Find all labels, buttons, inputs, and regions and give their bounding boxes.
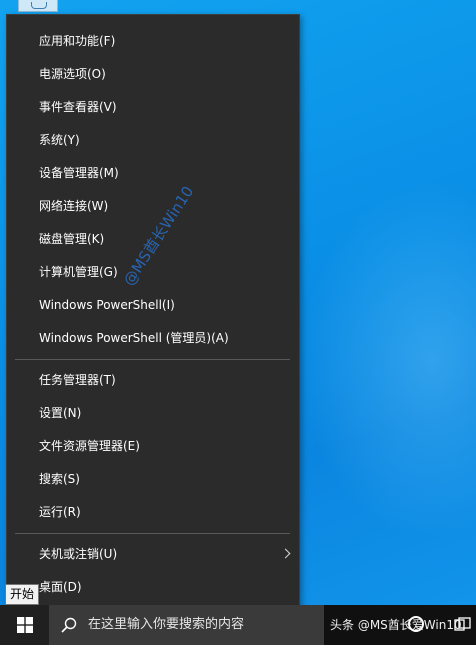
magnifier-icon: [61, 617, 77, 633]
desktop-shortcut-icon[interactable]: [18, 0, 58, 12]
credit-text: 头条 @MS酋长爱Win10: [330, 618, 462, 632]
menu-item-powershell[interactable]: Windows PowerShell(I): [7, 289, 299, 322]
menu-item-network-connections[interactable]: 网络连接(W): [7, 190, 299, 223]
windows-logo-icon: [17, 617, 33, 633]
start-tooltip: 开始: [5, 584, 40, 605]
taskbar-search-box[interactable]: 在这里输入你要搜索的内容: [49, 605, 324, 645]
menu-item-power-options[interactable]: 电源选项(O): [7, 58, 299, 91]
menu-item-powershell-admin[interactable]: Windows PowerShell (管理员)(A): [7, 322, 299, 355]
menu-item-label: 关机或注销(U): [39, 547, 118, 561]
menu-item-desktop[interactable]: 桌面(D): [7, 571, 299, 604]
menu-item-settings[interactable]: 设置(N): [7, 397, 299, 430]
taskbar: 在这里输入你要搜索的内容 头条 @MS酋长爱Win10: [0, 605, 476, 645]
menu-item-search[interactable]: 搜索(S): [7, 463, 299, 496]
menu-separator: [15, 533, 290, 534]
menu-item-file-explorer[interactable]: 文件资源管理器(E): [7, 430, 299, 463]
desktop-light-glow: [300, 180, 476, 540]
start-button[interactable]: [0, 605, 49, 645]
menu-item-device-manager[interactable]: 设备管理器(M): [7, 157, 299, 190]
chevron-right-icon: [280, 548, 291, 559]
menu-item-event-viewer[interactable]: 事件查看器(V): [7, 91, 299, 124]
menu-item-system[interactable]: 系统(Y): [7, 124, 299, 157]
menu-item-shutdown-signout[interactable]: 关机或注销(U): [7, 538, 299, 571]
winx-context-menu: 应用和功能(F) 电源选项(O) 事件查看器(V) 系统(Y) 设备管理器(M)…: [6, 14, 300, 611]
menu-item-apps-features[interactable]: 应用和功能(F): [7, 25, 299, 58]
search-placeholder: 在这里输入你要搜索的内容: [88, 617, 245, 632]
menu-item-run[interactable]: 运行(R): [7, 496, 299, 529]
menu-item-task-manager[interactable]: 任务管理器(T): [7, 364, 299, 397]
menu-separator: [15, 359, 290, 360]
